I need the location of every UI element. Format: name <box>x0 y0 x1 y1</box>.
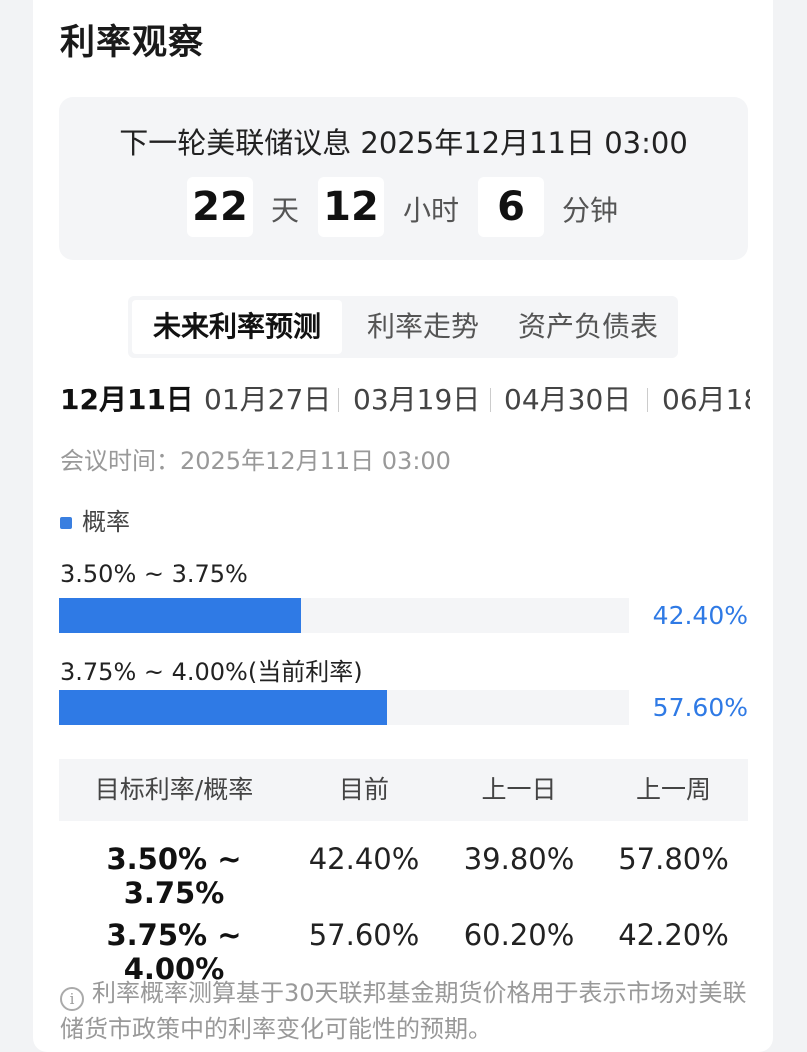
table-cell: 57.60% <box>308 918 420 952</box>
tab-rate-trend[interactable]: 利率走势 <box>348 300 498 354</box>
info-icon: i <box>60 987 84 1011</box>
table-header-cell: 上一周 <box>635 775 711 804</box>
probability-table-header: 目标利率/概率 目前 上一日 上一周 <box>59 759 748 821</box>
bar-category-label: 3.75% ~ 4.00%(当前利率) <box>60 658 363 686</box>
disclaimer-text: 利率概率测算基于30天联邦基金期货价格用于表示市场对美联储货市政策中的利率变化可… <box>60 979 747 1043</box>
countdown-days: 22 <box>187 177 253 237</box>
next-meeting-heading: 下一轮美联储议息 2025年12月11日 03:00 <box>119 126 688 160</box>
meeting-date-item[interactable]: 03月19日 <box>353 378 480 422</box>
countdown-minutes-unit: 分钟 <box>562 194 619 227</box>
tab-rate-forecast[interactable]: 未来利率预测 <box>132 300 342 354</box>
chart-legend: 概率 <box>60 502 130 537</box>
countdown-minutes: 6 <box>478 177 544 237</box>
legend-swatch <box>60 517 72 529</box>
countdown-days-unit: 天 <box>271 194 300 227</box>
bar-track <box>59 690 629 725</box>
tab-balance-sheet[interactable]: 资产负债表 <box>503 300 673 354</box>
table-cell: 57.80% <box>618 842 729 876</box>
countdown-hours-unit: 小时 <box>403 194 460 227</box>
table-cell: 42.20% <box>618 918 729 952</box>
table-cell-rate: 3.50% ~ 3.75% <box>106 842 242 910</box>
table-header-cell: 目前 <box>338 775 389 804</box>
view-tabs: 未来利率预测 利率走势 资产负债表 <box>128 296 678 358</box>
meeting-date-selector: 12月11日 01月27日 03月19日 04月30日 06月18日 <box>60 378 750 422</box>
meeting-date-item[interactable]: 12月11日 <box>60 378 194 422</box>
probability-bar <box>59 690 388 725</box>
meeting-time: 会议时间：2025年12月11日 03:00 <box>60 447 451 475</box>
meeting-date-item[interactable]: 04月30日 <box>504 378 631 422</box>
bar-category-label: 3.50% ~ 3.75% <box>60 560 248 588</box>
table-cell: 60.20% <box>463 918 575 952</box>
table-cell: 42.40% <box>308 842 420 876</box>
date-divider <box>189 388 190 412</box>
date-divider <box>490 388 491 412</box>
legend-label: 概率 <box>82 508 130 536</box>
countdown-hours: 12 <box>318 177 384 237</box>
table-cell: 39.80% <box>463 842 575 876</box>
meeting-date-item[interactable]: 06月18日 <box>662 378 750 422</box>
probability-bar <box>59 598 301 633</box>
date-divider <box>338 388 339 412</box>
page-title: 利率观察 <box>60 23 205 63</box>
disclaimer-note: i 利率概率测算基于30天联邦基金期货价格用于表示市场对美联储货市政策中的利率变化… <box>60 975 750 1047</box>
bar-value-label: 42.40% <box>652 601 748 630</box>
bar-value-label: 57.60% <box>652 693 748 722</box>
table-header-cell: 上一日 <box>481 775 557 804</box>
meeting-date-item[interactable]: 01月27日 <box>204 378 331 422</box>
table-header-cell: 目标利率/概率 <box>94 775 254 804</box>
bar-track <box>59 598 629 633</box>
fomc-countdown-panel: 下一轮美联储议息 2025年12月11日 03:00 <box>59 97 748 260</box>
date-divider <box>647 388 648 412</box>
